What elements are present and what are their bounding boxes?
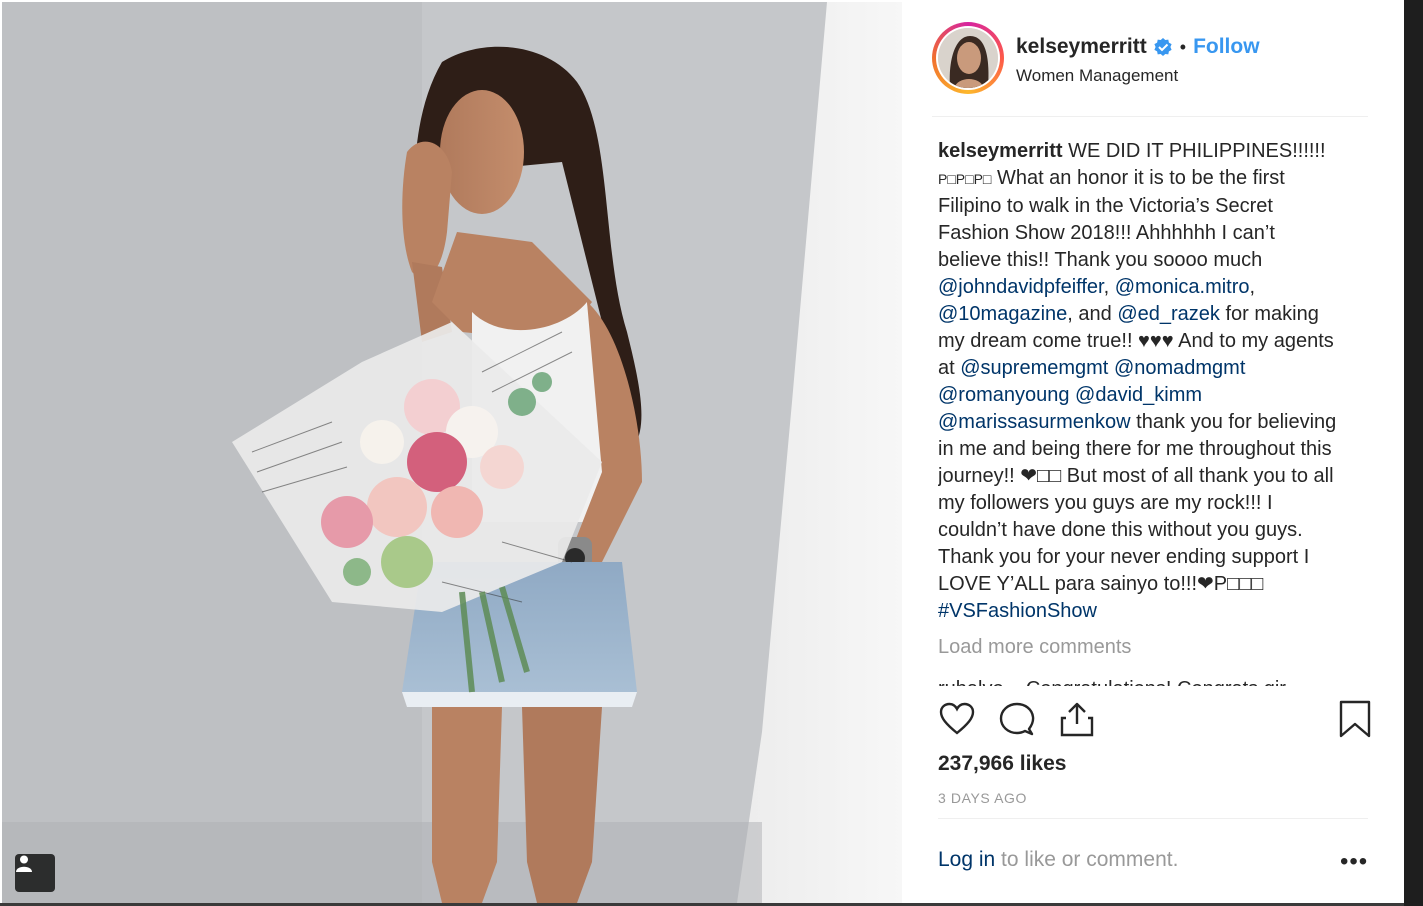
load-more-comments-button[interactable]: Load more comments — [938, 636, 1131, 659]
mention-link[interactable]: @monica.mitro — [1115, 276, 1250, 298]
post-actions — [938, 700, 1371, 740]
caption-text: , and — [1067, 303, 1118, 325]
mention-link[interactable]: @nomadmgmt — [1114, 357, 1245, 379]
post-location[interactable]: Women Management — [1016, 66, 1178, 86]
username-link[interactable]: kelseymerritt — [1016, 35, 1147, 59]
comments-area[interactable]: kelseymerritt WE DID IT PHILIPPINES!!!!!… — [938, 120, 1376, 686]
comment-icon[interactable] — [998, 700, 1036, 738]
photo-illustration — [2, 2, 902, 903]
bookmark-icon[interactable] — [1336, 700, 1374, 738]
user-tag-button[interactable] — [15, 854, 55, 892]
post-header: kelseymerritt • Follow Women Management — [932, 22, 1368, 117]
post-side-panel: kelseymerritt • Follow Women Management … — [902, 0, 1404, 903]
login-link[interactable]: Log in — [938, 848, 995, 871]
caption-text: P□P□P□ — [938, 171, 992, 187]
login-prompt: Log in to like or comment. — [938, 848, 1178, 872]
username-line: kelseymerritt • Follow — [1016, 35, 1260, 59]
caption-text: WE DID IT PHILIPPINES!!!!!! — [1062, 140, 1326, 162]
caption-text: , — [1249, 276, 1256, 298]
hashtag-link[interactable]: #VSFashionShow — [938, 600, 1097, 622]
likes-count[interactable]: 237,966 likes — [938, 752, 1066, 776]
separator-dot: • — [1179, 36, 1187, 57]
modal-backdrop[interactable] — [1404, 0, 1423, 906]
heart-icon[interactable] — [938, 700, 976, 738]
footer-divider — [938, 818, 1368, 819]
post-caption: kelseymerritt WE DID IT PHILIPPINES!!!!!… — [938, 138, 1338, 625]
comment-item: ruhalvo... Congratulations! Congrats gir — [938, 678, 1286, 686]
post-photo[interactable] — [2, 2, 902, 903]
avatar-photo — [938, 28, 998, 88]
mention-link[interactable]: @johndavidpfeiffer — [938, 276, 1104, 298]
follow-button[interactable]: Follow — [1193, 35, 1260, 59]
mention-link[interactable]: @david_kimm — [1075, 384, 1202, 406]
more-options-button[interactable]: ••• — [1340, 848, 1368, 876]
share-icon[interactable] — [1058, 700, 1096, 738]
mention-link[interactable]: @ed_razek — [1117, 303, 1220, 325]
caption-text: , — [1103, 276, 1115, 298]
caption-text: What an honor it is to be the first Fili… — [938, 167, 1285, 271]
mention-link[interactable]: @romanyoung — [938, 384, 1069, 406]
post-modal: kelseymerritt • Follow Women Management … — [0, 0, 1404, 903]
story-ring[interactable] — [932, 22, 1004, 94]
login-prompt-text: to like or comment. — [995, 848, 1179, 871]
mention-link[interactable]: @10magazine — [938, 303, 1067, 325]
caption-username[interactable]: kelseymerritt — [938, 140, 1063, 162]
user-tag-icon — [16, 855, 32, 872]
verified-badge-icon — [1154, 38, 1172, 56]
mention-link[interactable]: @marissasurmenkow — [938, 411, 1131, 433]
avatar[interactable] — [936, 26, 1000, 90]
mention-link[interactable]: @suprememgmt — [960, 357, 1108, 379]
caption-text: thank you for believing in me and being … — [938, 411, 1337, 595]
post-timestamp[interactable]: 3 DAYS AGO — [938, 790, 1027, 806]
